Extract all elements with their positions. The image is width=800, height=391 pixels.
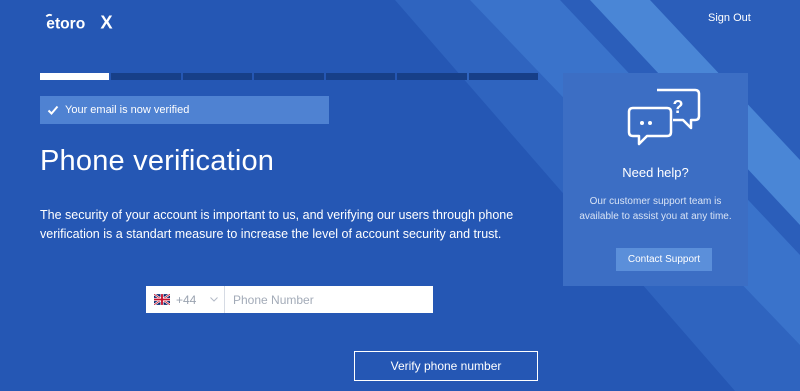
progress-step xyxy=(40,73,110,80)
chat-bubbles-icon: ? xyxy=(627,88,701,146)
progress-step xyxy=(468,73,538,80)
page-description: The security of your account is importan… xyxy=(40,208,514,241)
country-code-select[interactable]: +44 xyxy=(146,286,225,313)
dial-code: +44 xyxy=(176,292,197,307)
email-verified-notice: Your email is now verified xyxy=(40,96,329,124)
progress-step xyxy=(325,73,396,80)
svg-text:X: X xyxy=(100,11,113,32)
checkmark-icon xyxy=(47,105,59,115)
contact-support-button[interactable]: Contact Support xyxy=(616,248,712,271)
help-card: ? Need help? Our customer support team i… xyxy=(563,73,748,286)
etorox-logo: etoro X xyxy=(45,11,113,32)
svg-text:etoro: etoro xyxy=(46,15,85,32)
uk-flag-icon xyxy=(154,294,170,305)
chevron-down-icon xyxy=(210,297,219,302)
sign-out-link[interactable]: Sign Out xyxy=(708,12,751,24)
progress-steps xyxy=(40,73,538,80)
phone-number-field: +44 xyxy=(146,286,433,313)
progress-step xyxy=(254,73,324,80)
phone-number-input[interactable] xyxy=(225,286,433,313)
progress-step xyxy=(111,73,181,80)
notice-text: Your email is now verified xyxy=(65,104,190,116)
svg-text:?: ? xyxy=(673,97,684,117)
progress-step xyxy=(182,73,253,80)
help-title: Need help? xyxy=(622,165,689,180)
help-text: Our customer support team is available t… xyxy=(579,196,732,222)
progress-step xyxy=(397,73,467,80)
page-title: Phone verification xyxy=(40,145,275,177)
verify-phone-button[interactable]: Verify phone number xyxy=(354,351,538,381)
